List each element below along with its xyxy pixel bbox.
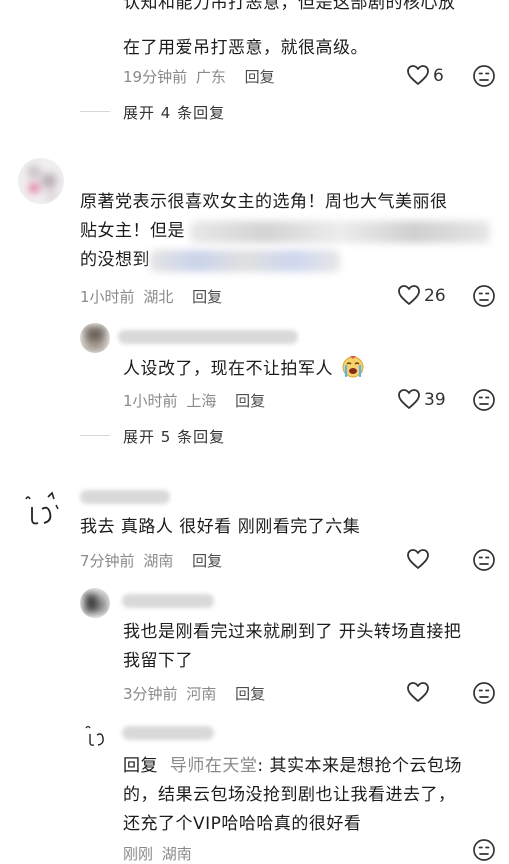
reply-3-2-text-line-2: 的，结果云包场没抢到剧也让我看进去了， bbox=[123, 785, 456, 805]
comment-3-like-button[interactable] bbox=[406, 548, 430, 570]
dislike-face-icon bbox=[472, 838, 496, 862]
reply-3-1-like-button[interactable] bbox=[406, 681, 430, 703]
comment-1-expand-replies[interactable]: 展开 4 条回复 bbox=[123, 102, 225, 123]
comment-2-expand-replies[interactable]: 展开 5 条回复 bbox=[123, 426, 225, 447]
comment-1-dislike-button[interactable] bbox=[472, 64, 496, 88]
comment-3-location: 湖南 bbox=[143, 552, 174, 570]
reply-2-1-meta: 1小时前 上海 回复 bbox=[123, 390, 265, 411]
reply-3-1-text-line-1: 我也是刚看完过来就刷到了 开头转场直接把 bbox=[123, 622, 462, 642]
comment-1-time: 19分钟前 bbox=[123, 68, 188, 86]
comment-2-dislike-button[interactable] bbox=[472, 284, 496, 308]
heart-icon bbox=[397, 388, 421, 410]
reply-2-1-text: 人设改了，现在不让拍军人 bbox=[123, 354, 365, 388]
comment-1-like-button[interactable] bbox=[406, 64, 430, 86]
comment-3-dislike-button[interactable] bbox=[472, 548, 496, 572]
comment-1-location: 广东 bbox=[195, 68, 226, 86]
dislike-face-icon bbox=[472, 548, 496, 572]
reply-3-1-location: 河南 bbox=[186, 685, 217, 703]
heart-icon bbox=[406, 681, 430, 703]
reply-3-1-reply-button[interactable]: 回复 bbox=[235, 685, 265, 703]
comment-2-text-line-3: 的没想到 bbox=[80, 250, 150, 270]
reply-2-1-like-count: 39 bbox=[424, 390, 446, 410]
comment-2-reply-button[interactable]: 回复 bbox=[192, 288, 222, 306]
reply-3-2-time: 刚刚 bbox=[123, 845, 154, 863]
avatar[interactable] bbox=[18, 158, 64, 204]
redacted-text bbox=[150, 250, 340, 272]
reply-3-2-meta: 刚刚 湖南 bbox=[123, 843, 192, 864]
comment-3-meta: 7分钟前 湖南 回复 bbox=[80, 550, 222, 571]
heart-icon bbox=[406, 64, 430, 86]
crying-emoji-icon bbox=[341, 354, 365, 388]
avatar[interactable] bbox=[18, 485, 64, 531]
divider-line bbox=[80, 435, 110, 436]
dislike-face-icon bbox=[472, 388, 496, 412]
comment-2-like-count: 26 bbox=[424, 286, 446, 306]
dislike-face-icon bbox=[472, 681, 496, 705]
dislike-face-icon bbox=[472, 64, 496, 88]
comment-2-meta: 1小时前 湖北 回复 bbox=[80, 286, 222, 307]
reply-3-1-text-line-2: 我留下了 bbox=[123, 651, 193, 671]
reply-3-2-target-user[interactable]: 导师在天堂 bbox=[170, 756, 258, 776]
divider-line bbox=[80, 111, 110, 112]
avatar[interactable] bbox=[80, 588, 110, 618]
reply-2-1-location: 上海 bbox=[186, 392, 217, 410]
comment-3-text: 我去 真路人 很好看 刚刚看完了六集 bbox=[80, 517, 361, 537]
comment-1-text-line-1: 认知和能力吊打恶意，但是这部剧的核心放 bbox=[123, 0, 456, 13]
comment-1-reply-button[interactable]: 回复 bbox=[245, 68, 275, 86]
username-redacted bbox=[118, 330, 298, 344]
reply-3-2-text-line-1-rest: : 其实本来是想抢个云包场 bbox=[257, 756, 463, 776]
reply-3-2-prefix: 回复 bbox=[123, 756, 158, 776]
redacted-text bbox=[190, 221, 490, 243]
comment-3-time: 7分钟前 bbox=[80, 552, 135, 570]
reply-3-1-meta: 3分钟前 河南 回复 bbox=[123, 683, 265, 704]
comment-2-text-line-2-visible: 贴女主！但是 bbox=[80, 221, 185, 241]
reply-3-1-dislike-button[interactable] bbox=[472, 681, 496, 705]
avatar[interactable] bbox=[80, 323, 110, 353]
reply-2-1-text-content: 人设改了，现在不让拍军人 bbox=[123, 359, 333, 379]
comment-1-meta: 19分钟前 广东 回复 bbox=[123, 66, 275, 87]
username-redacted bbox=[122, 594, 214, 608]
reply-3-1-time: 3分钟前 bbox=[123, 685, 178, 703]
reply-3-2-text-line-3: 还充了个VIP哈哈哈真的很好看 bbox=[123, 814, 362, 834]
comment-2-like-button[interactable] bbox=[397, 284, 421, 306]
reply-2-1-time: 1小时前 bbox=[123, 392, 178, 410]
reply-3-2-dislike-button[interactable] bbox=[472, 838, 496, 862]
comment-3-reply-button[interactable]: 回复 bbox=[192, 552, 222, 570]
comment-2-location: 湖北 bbox=[143, 288, 174, 306]
comment-1-text-line-2: 在了用爱吊打恶意，就很高级。 bbox=[123, 38, 368, 58]
reply-2-1-reply-button[interactable]: 回复 bbox=[235, 392, 265, 410]
heart-icon bbox=[397, 284, 421, 306]
comment-1-like-count: 6 bbox=[433, 66, 444, 86]
comment-2-text-line-2: 贴女主！但是 bbox=[80, 217, 185, 246]
heart-icon bbox=[406, 548, 430, 570]
comment-2-text-line-1: 原著党表示很喜欢女主的选角！周也大气美丽很 bbox=[80, 192, 448, 212]
username-redacted bbox=[80, 490, 170, 504]
reply-3-2-text-line-1: 回复 导师在天堂: 其实本来是想抢个云包场 bbox=[123, 752, 462, 781]
username-redacted bbox=[122, 726, 214, 740]
reply-2-1-dislike-button[interactable] bbox=[472, 388, 496, 412]
reply-3-2-location: 湖南 bbox=[161, 845, 192, 863]
comment-2-time: 1小时前 bbox=[80, 288, 135, 306]
dislike-face-icon bbox=[472, 284, 496, 308]
avatar[interactable] bbox=[80, 720, 110, 750]
reply-2-1-like-button[interactable] bbox=[397, 388, 421, 410]
